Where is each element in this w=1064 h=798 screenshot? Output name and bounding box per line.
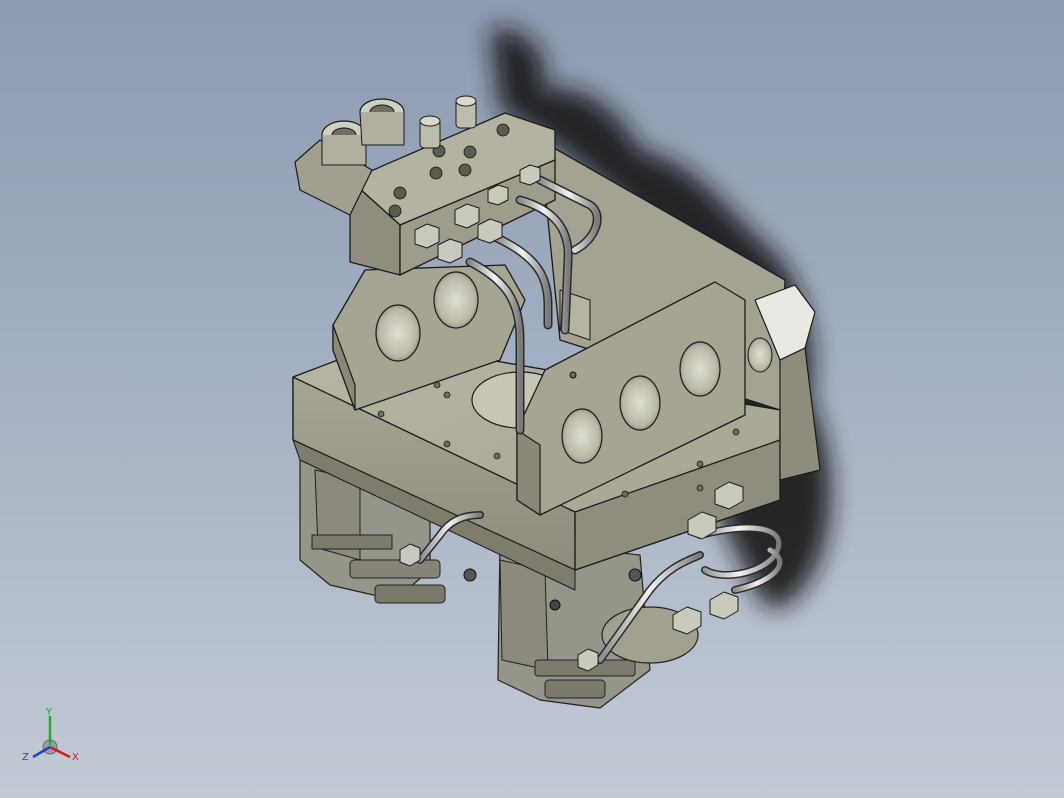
z-axis-label: Z bbox=[22, 752, 29, 763]
manifold-assembly-model[interactable] bbox=[292, 95, 821, 709]
coordinate-triad: Y X Z bbox=[22, 707, 79, 763]
3d-graphics-viewport[interactable]: Y X Z bbox=[0, 0, 1064, 798]
y-axis-label: Y bbox=[45, 707, 53, 718]
x-axis-label: X bbox=[72, 752, 79, 763]
